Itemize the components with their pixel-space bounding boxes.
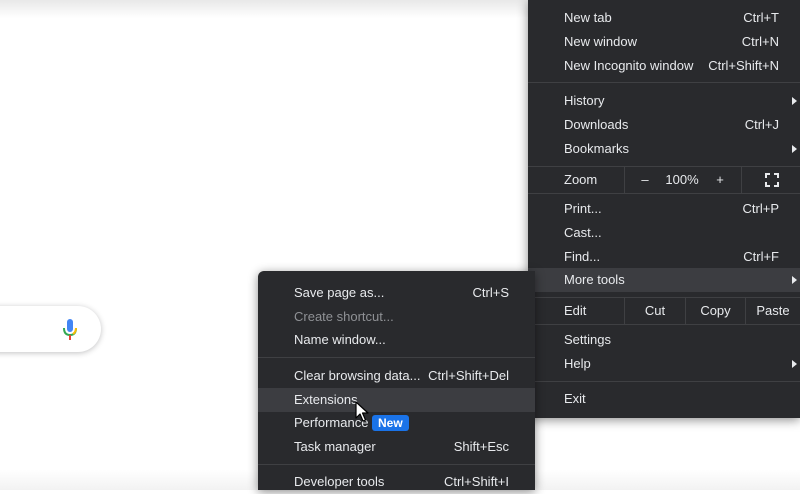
search-box[interactable] [0, 306, 101, 352]
menu-item-exit[interactable]: Exit [528, 387, 800, 411]
menu-item-more-tools[interactable]: More tools [528, 268, 800, 292]
menu-separator [258, 464, 535, 465]
menu-separator [528, 193, 800, 194]
menu-item-shortcut: Ctrl+S [472, 285, 509, 300]
menu-item-settings[interactable]: Settings [528, 328, 800, 352]
menu-item-label: History [564, 93, 605, 108]
menu-item-label: Name window... [294, 332, 386, 347]
edit-row: Edit Cut Copy Paste [528, 298, 800, 324]
menu-item-label: Extensions [294, 392, 358, 407]
fullscreen-icon[interactable] [765, 173, 779, 187]
menu-item-shortcut: Ctrl+N [741, 34, 779, 49]
menu-item-shortcut: Ctrl+T [743, 10, 779, 25]
chevron-right-icon [792, 97, 797, 105]
menu-separator [258, 357, 535, 358]
menu-item-new-tab[interactable]: New tab Ctrl+T [528, 6, 800, 30]
menu-item-create-shortcut: Create shortcut... [258, 305, 535, 329]
menu-item-label: Help [564, 356, 591, 371]
chevron-right-icon [792, 360, 797, 368]
menu-separator [528, 324, 800, 325]
menu-item-history[interactable]: History [528, 89, 800, 113]
menu-item-label: Exit [564, 391, 586, 406]
menu-item-label: Create shortcut... [294, 309, 394, 324]
menu-item-cast[interactable]: Cast... [528, 221, 800, 245]
cut-button[interactable]: Cut [625, 298, 685, 324]
zoom-level: 100% [665, 172, 699, 187]
menu-item-new-window[interactable]: New window Ctrl+N [528, 30, 800, 54]
menu-separator [528, 381, 800, 382]
menu-item-label: Task manager [294, 439, 376, 454]
more-tools-submenu: Save page as... Ctrl+S Create shortcut..… [258, 271, 535, 490]
menu-item-extensions[interactable]: Extensions [258, 388, 535, 412]
menu-item-label: More tools [564, 272, 625, 287]
paste-button[interactable]: Paste [746, 298, 800, 324]
menu-separator [528, 82, 800, 83]
menu-item-label: New tab [564, 10, 612, 25]
menu-item-find[interactable]: Find... Ctrl+F [528, 245, 800, 269]
menu-item-shortcut: Ctrl+Shift+Del [428, 368, 509, 383]
edit-label: Edit [564, 303, 587, 318]
divider [624, 167, 625, 193]
menu-item-clear-browsing-data[interactable]: Clear browsing data... Ctrl+Shift+Del [258, 364, 535, 388]
menu-item-label: Save page as... [294, 285, 385, 300]
menu-item-label: New Incognito window [564, 58, 694, 73]
chevron-right-icon [792, 145, 797, 153]
menu-item-shortcut: Ctrl+P [742, 201, 779, 216]
menu-item-label: Bookmarks [564, 141, 630, 156]
microphone-icon[interactable] [62, 319, 78, 341]
menu-item-shortcut: Ctrl+Shift+I [443, 474, 509, 489]
new-badge: New [372, 415, 409, 431]
menu-item-save-page-as[interactable]: Save page as... Ctrl+S [258, 281, 535, 305]
mouse-pointer-icon [355, 401, 369, 422]
menu-item-label: Cast... [564, 225, 602, 240]
menu-item-bookmarks[interactable]: Bookmarks [528, 137, 800, 161]
chrome-main-menu: New tab Ctrl+T New window Ctrl+N New Inc… [528, 0, 800, 418]
menu-item-task-manager[interactable]: Task manager Shift+Esc [258, 435, 535, 459]
menu-item-shortcut: Ctrl+J [744, 117, 779, 132]
menu-item-help[interactable]: Help [528, 352, 800, 376]
zoom-in-button[interactable]: + [714, 167, 726, 193]
copy-button[interactable]: Copy [686, 298, 745, 324]
menu-item-shortcut: Ctrl+Shift+N [708, 58, 779, 73]
menu-item-label: New window [564, 34, 637, 49]
menu-item-print[interactable]: Print... Ctrl+P [528, 197, 800, 221]
menu-item-label: Developer tools [294, 474, 385, 489]
menu-item-name-window[interactable]: Name window... [258, 328, 535, 352]
menu-item-label: Downloads [564, 117, 629, 132]
menu-item-label: Settings [564, 332, 611, 347]
menu-item-label: Find... [564, 249, 601, 264]
menu-item-label: Clear browsing data... [294, 368, 421, 383]
chevron-right-icon [792, 276, 797, 284]
menu-item-shortcut: Shift+Esc [453, 439, 509, 454]
menu-item-developer-tools[interactable]: Developer tools Ctrl+Shift+I [258, 470, 535, 494]
menu-item-performance[interactable]: Performance New [258, 411, 535, 435]
menu-item-label: Print... [564, 201, 602, 216]
divider [741, 167, 742, 193]
zoom-row: Zoom – 100% + [528, 167, 800, 193]
zoom-out-button[interactable]: – [640, 167, 650, 193]
menu-item-new-incognito-window[interactable]: New Incognito window Ctrl+Shift+N [528, 54, 800, 78]
zoom-label: Zoom [564, 172, 598, 187]
menu-item-downloads[interactable]: Downloads Ctrl+J [528, 113, 800, 137]
menu-item-shortcut: Ctrl+F [743, 249, 779, 264]
